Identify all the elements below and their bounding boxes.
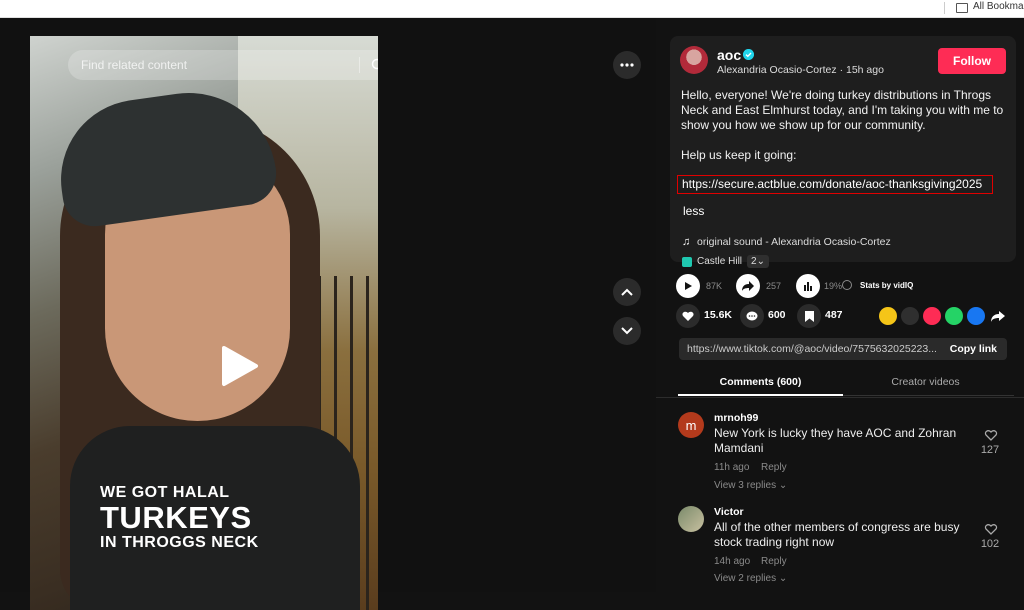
- folder-icon[interactable]: [956, 3, 968, 13]
- comment-button[interactable]: [740, 304, 764, 328]
- verified-icon: [743, 49, 754, 60]
- heart-icon[interactable]: [984, 428, 998, 442]
- search-divider: [359, 57, 360, 73]
- like-button[interactable]: [676, 304, 700, 328]
- avatar[interactable]: [680, 46, 708, 74]
- tab-creator-videos[interactable]: Creator videos: [843, 376, 1008, 388]
- view-replies-label: View 2 replies: [714, 573, 777, 584]
- comment-username[interactable]: mrnoh99: [714, 412, 758, 424]
- facebook-icon[interactable]: [967, 307, 985, 325]
- comment-icon: [746, 311, 758, 320]
- donate-link[interactable]: https://secure.actblue.com/donate/aoc-th…: [677, 175, 993, 194]
- like-count: 15.6K: [704, 309, 733, 321]
- chevron-down-icon: [621, 327, 633, 335]
- video-url[interactable]: https://www.tiktok.com/@aoc/video/757563…: [687, 343, 937, 355]
- play-icon[interactable]: [216, 344, 260, 388]
- avatar[interactable]: m: [678, 412, 704, 438]
- share-count-icon: [736, 274, 760, 298]
- more-options-button[interactable]: [613, 51, 641, 79]
- display-name[interactable]: Alexandria Ocasio-Cortez: [717, 64, 837, 76]
- bookmarks-bar: All Bookmarks: [0, 0, 1024, 18]
- post-description-card: aoc Alexandria Ocasio-Cortez · 15h ago F…: [670, 36, 1016, 268]
- sound-link[interactable]: original sound - Alexandria Ocasio-Corte…: [697, 236, 891, 248]
- play-count-icon: [676, 274, 700, 298]
- share-count: 257: [766, 281, 782, 291]
- reply-button[interactable]: Reply: [761, 556, 787, 567]
- location-tag[interactable]: Castle Hill 2⌄: [682, 255, 769, 268]
- chevron-down-icon: ⌄: [756, 256, 765, 267]
- actions-row: 15.6K 600 487: [676, 304, 1016, 328]
- copy-link-button[interactable]: Copy link: [950, 343, 997, 355]
- tabs-divider: [656, 397, 1024, 398]
- less-toggle[interactable]: less: [683, 204, 704, 218]
- bar-chart-icon[interactable]: [796, 274, 820, 298]
- save-button[interactable]: [797, 304, 821, 328]
- stats-row: 87K 257 19% Stats by vidIQ: [676, 274, 1016, 298]
- related-search-placeholder: Find related content: [81, 58, 188, 72]
- comment-item: Victor All of the other members of congr…: [678, 506, 1018, 592]
- play-count: 87K: [706, 281, 723, 291]
- search-icon[interactable]: [371, 58, 378, 72]
- active-tab-underline: [678, 394, 843, 396]
- post-description: Hello, everyone! We're doing turkey dist…: [681, 88, 1007, 162]
- chevron-up-icon: [621, 288, 633, 296]
- next-video-button[interactable]: [613, 317, 641, 345]
- view-replies-label: View 3 replies: [714, 480, 777, 491]
- avatar[interactable]: [678, 506, 704, 532]
- more-share-icon[interactable]: [989, 307, 1007, 325]
- follow-button[interactable]: Follow: [938, 48, 1006, 74]
- post-time: 15h ago: [845, 64, 884, 76]
- chevron-down-icon: ⌄: [778, 480, 788, 491]
- related-search-bar[interactable]: Find related content: [68, 50, 378, 80]
- bookmark-icon: [804, 310, 814, 322]
- comment-item: m mrnoh99 New York is lucky they have AO…: [678, 412, 1018, 502]
- location-count-badge[interactable]: 2⌄: [747, 255, 769, 268]
- view-replies-link[interactable]: View 2 replies ⌄: [714, 573, 787, 584]
- tabs-bar: Comments (600) Creator videos: [678, 370, 1014, 396]
- save-count: 487: [825, 309, 843, 321]
- whatsapp-icon[interactable]: [945, 307, 963, 325]
- reply-button[interactable]: Reply: [761, 462, 787, 473]
- overlay-line-2: TURKEYS: [100, 500, 252, 535]
- overlay-line-3: IN THROGGS NECK: [100, 534, 259, 551]
- ellipsis-icon: [620, 63, 634, 67]
- previous-video-button[interactable]: [613, 278, 641, 306]
- video-caption-overlay: WE GOT HALAL TURKEYS IN THROGGS NECK: [100, 484, 259, 552]
- location-pin-icon: [682, 256, 692, 267]
- engagement-percent: 19%: [824, 281, 843, 291]
- comment-text: All of the other members of congress are…: [714, 520, 960, 549]
- vidiq-stats-link[interactable]: Stats by vidIQ: [860, 281, 913, 290]
- tab-comments[interactable]: Comments (600): [678, 376, 843, 388]
- comment-time: 14h ago: [714, 556, 751, 567]
- description-text: Hello, everyone! We're doing turkey dist…: [681, 88, 1004, 132]
- view-replies-link[interactable]: View 3 replies ⌄: [714, 480, 787, 491]
- avatar-letter: m: [685, 417, 697, 433]
- comment-like-count: 127: [980, 444, 1000, 456]
- embed-code-icon[interactable]: [901, 307, 919, 325]
- post-username[interactable]: aoc: [717, 47, 741, 63]
- chevron-down-icon: ⌄: [778, 573, 788, 584]
- comment-count: 600: [768, 309, 786, 321]
- coin-share-icon[interactable]: [879, 307, 897, 325]
- comment-like-count: 102: [980, 538, 1000, 550]
- video-player[interactable]: Find related content WE GOT HALAL TURKEY…: [30, 36, 378, 610]
- heart-icon: [682, 311, 694, 321]
- comment-time: 11h ago: [714, 462, 750, 473]
- comment-text: New York is lucky they have AOC and Zohr…: [714, 426, 957, 455]
- send-icon[interactable]: [923, 307, 941, 325]
- all-bookmarks-label[interactable]: All Bookmarks: [973, 1, 1024, 12]
- post-subtitle: Alexandria Ocasio-Cortez · 15h ago: [717, 64, 884, 76]
- help-text: Help us keep it going:: [681, 148, 797, 162]
- comment-username[interactable]: Victor: [714, 506, 744, 518]
- video-area: Find related content WE GOT HALAL TURKEY…: [0, 18, 656, 610]
- bookmarks-separator: [944, 2, 945, 14]
- heart-icon[interactable]: [984, 522, 998, 536]
- side-panel: aoc Alexandria Ocasio-Cortez · 15h ago F…: [656, 18, 1024, 592]
- share-link-row: https://www.tiktok.com/@aoc/video/757563…: [679, 338, 1007, 360]
- music-note-icon: ♫: [682, 236, 691, 248]
- location-label: Castle Hill: [697, 256, 743, 267]
- info-icon[interactable]: [842, 280, 852, 290]
